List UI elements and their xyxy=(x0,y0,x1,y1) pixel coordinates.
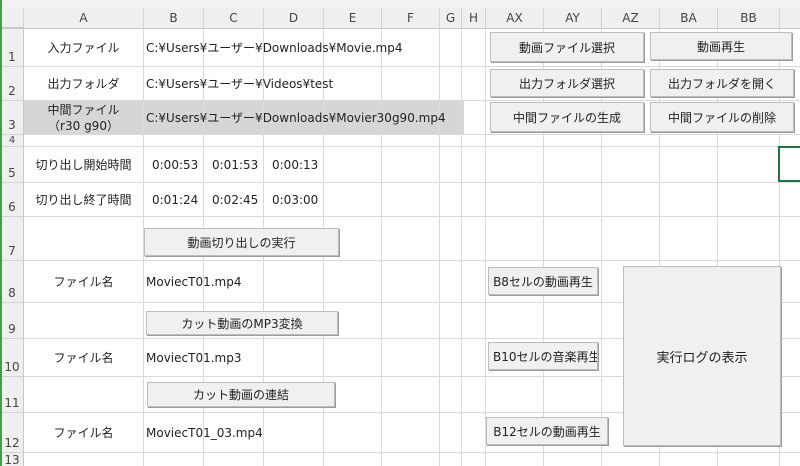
column-header-b[interactable]: B xyxy=(144,8,204,28)
gridline xyxy=(24,452,800,453)
row-header-7[interactable]: 7 xyxy=(0,217,24,261)
row-header-1[interactable]: 1 xyxy=(0,29,24,67)
input-path-cell[interactable]: C:¥Users¥ユーザー¥Downloads¥Movie.mp4 xyxy=(146,29,462,66)
start-time-d5[interactable]: 0:00:13 xyxy=(272,147,322,182)
column-header-a[interactable]: A xyxy=(24,8,144,28)
column-header-d[interactable]: D xyxy=(264,8,324,28)
play-b12-button[interactable]: B12セルの動画再生 xyxy=(486,417,608,445)
column-header-e[interactable]: E xyxy=(324,8,382,28)
start-time-c5[interactable]: 0:01:53 xyxy=(212,147,262,182)
label-input-file[interactable]: 入力ファイル xyxy=(24,29,143,66)
play-video-button[interactable]: 動画再生 xyxy=(650,32,792,60)
label-cut-start[interactable]: 切り出し開始時間 xyxy=(24,147,143,182)
gridline xyxy=(24,134,800,135)
end-time-b6[interactable]: 0:01:24 xyxy=(152,183,202,216)
convert-mp3-button[interactable]: カット動画のMP3変換 xyxy=(146,311,338,335)
row-header-2[interactable]: 2 xyxy=(0,67,24,101)
file-b12-cell[interactable]: MoviecT01_03.mp4 xyxy=(146,413,346,452)
row-header-4[interactable]: 4 xyxy=(0,135,24,147)
label-filename-row12[interactable]: ファイル名 xyxy=(24,413,143,452)
file-b10-cell[interactable]: MoviecT01.mp3 xyxy=(146,339,346,376)
play-b8-button[interactable]: B8セルの動画再生 xyxy=(488,267,598,295)
concat-button[interactable]: カット動画の連結 xyxy=(147,382,335,407)
output-path-cell[interactable]: C:¥Users¥ユーザー¥Videos¥test xyxy=(146,67,462,100)
column-header-ay[interactable]: AY xyxy=(544,8,602,28)
show-log-button[interactable]: 実行ログの表示 xyxy=(623,266,781,446)
end-time-d6[interactable]: 0:03:00 xyxy=(272,183,322,216)
row-header-9[interactable]: 9 xyxy=(0,303,24,339)
label-filename-row10[interactable]: ファイル名 xyxy=(24,339,143,376)
row-header-12[interactable]: 12 xyxy=(0,413,24,453)
label-intermediate-file[interactable]: 中間ファイル （r30 g90） xyxy=(24,101,143,134)
label-output-folder[interactable]: 出力フォルダ xyxy=(24,67,143,100)
end-time-c6[interactable]: 0:02:45 xyxy=(212,183,262,216)
row-header-6[interactable]: 6 xyxy=(0,183,24,217)
column-header-next xyxy=(780,8,800,28)
spreadsheet[interactable]: A B C D E F G H AX AY AZ BA BB 1 2 3 4 5… xyxy=(0,0,800,466)
column-header-bb[interactable]: BB xyxy=(718,8,780,28)
select-all-corner[interactable] xyxy=(0,8,24,28)
intermediate-path-cell[interactable]: C:¥Users¥ユーザー¥Downloads¥Movier30g90.mp4 xyxy=(146,101,462,134)
selected-cell[interactable] xyxy=(778,146,800,182)
column-header-ax[interactable]: AX xyxy=(486,8,544,28)
play-b10-button[interactable]: B10セルの音楽再生 xyxy=(488,342,598,370)
column-header-h[interactable]: H xyxy=(462,8,486,28)
row-header-8[interactable]: 8 xyxy=(0,261,24,303)
row-header-13[interactable]: 13 xyxy=(0,453,24,466)
gridline xyxy=(24,216,800,217)
select-video-button[interactable]: 動画ファイル選択 xyxy=(490,32,644,62)
row-header-10[interactable]: 10 xyxy=(0,339,24,377)
row-header-3[interactable]: 3 xyxy=(0,101,24,135)
open-output-folder-button[interactable]: 出力フォルダを開く xyxy=(650,69,794,97)
row-header-11[interactable]: 11 xyxy=(0,377,24,413)
row-header-5[interactable]: 5 xyxy=(0,147,24,183)
file-b8-cell[interactable]: MoviecT01.mp4 xyxy=(146,261,346,302)
column-header-c[interactable]: C xyxy=(204,8,264,28)
label-filename-row8[interactable]: ファイル名 xyxy=(24,261,143,302)
generate-intermediate-button[interactable]: 中間ファイルの生成 xyxy=(490,102,644,132)
label-intermediate-line1: 中間ファイル xyxy=(47,102,120,117)
column-header-az[interactable]: AZ xyxy=(602,8,660,28)
delete-intermediate-button[interactable]: 中間ファイルの削除 xyxy=(650,102,794,132)
column-header-ba[interactable]: BA xyxy=(660,8,718,28)
column-header-f[interactable]: F xyxy=(382,8,440,28)
gridline xyxy=(485,29,486,466)
window-left-edge xyxy=(0,0,2,466)
label-intermediate-line2: （r30 g90） xyxy=(48,118,119,133)
run-cut-button[interactable]: 動画切り出しの実行 xyxy=(144,228,339,256)
label-cut-end[interactable]: 切り出し終了時間 xyxy=(24,183,143,216)
start-time-b5[interactable]: 0:00:53 xyxy=(152,147,202,182)
column-header-g[interactable]: G xyxy=(440,8,462,28)
select-output-folder-button[interactable]: 出力フォルダ選択 xyxy=(490,69,644,97)
